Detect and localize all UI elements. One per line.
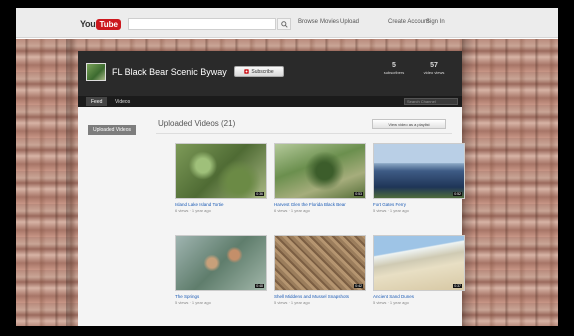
search-button[interactable] <box>277 18 291 30</box>
subscriber-count-value: 5 <box>392 62 396 69</box>
video-duration: 0:53 <box>354 192 363 196</box>
tab-videos[interactable]: Videos <box>110 97 135 106</box>
subscribe-button[interactable]: Subscribe <box>234 66 284 77</box>
channel-header: FL Black Bear Scenic Byway Subscribe 5 s… <box>78 51 462 96</box>
video-item[interactable]: 0:48 The Springs 5 views · 1 year ago <box>175 235 267 305</box>
video-title[interactable]: The Springs <box>175 294 267 299</box>
video-item[interactable]: 0:52 Fort Gates Ferry 5 views · 1 year a… <box>373 143 465 213</box>
subscribe-icon <box>244 69 250 74</box>
video-item[interactable]: 0:42 Shell Middens and Mussel Snapshots … <box>274 235 366 305</box>
tab-feed[interactable]: Feed <box>86 97 108 106</box>
search-icon <box>280 20 288 28</box>
subscriber-count: 5 subscribers <box>379 62 409 75</box>
video-meta: 5 views · 1 year ago <box>274 300 310 305</box>
view-count-label: video views <box>423 70 445 75</box>
channel-content: Uploaded Videos Uploaded Videos (21) Vie… <box>78 107 465 326</box>
video-duration: 0:48 <box>255 284 264 288</box>
video-meta: 6 views · 1 year ago <box>175 208 211 213</box>
sign-in-link[interactable]: Sign In <box>426 19 445 25</box>
movies-link[interactable]: Movies <box>320 19 339 25</box>
video-meta: 6 views · 1 year ago <box>274 208 310 213</box>
browse-link[interactable]: Browse <box>298 19 318 25</box>
browser-screen: You Tube Browse Movies Upload Create Acc… <box>16 8 558 326</box>
view-count-value: 57 <box>430 62 438 69</box>
video-duration: 0:36 <box>255 192 264 196</box>
video-thumbnail[interactable]: 0:37 <box>373 235 465 291</box>
subscribe-label: Subscribe <box>251 68 274 75</box>
video-title[interactable]: Shell Middens and Mussel Snapshots <box>274 294 366 299</box>
video-duration: 0:52 <box>453 192 462 196</box>
youtube-logo[interactable]: You Tube <box>80 17 121 31</box>
video-thumbnail[interactable]: 0:48 <box>175 235 267 291</box>
sidebar-uploaded-videos-button[interactable]: Uploaded Videos <box>88 125 136 135</box>
video-duration: 0:37 <box>453 284 462 288</box>
video-title[interactable]: Island Lake Island Tortie <box>175 202 267 207</box>
youtube-top-bar: You Tube Browse Movies Upload Create Acc… <box>16 8 558 38</box>
video-thumbnail[interactable]: 0:52 <box>373 143 465 199</box>
section-title: Uploaded Videos (21) <box>158 119 236 128</box>
video-item[interactable]: 0:53 Harvest Glen the Florida Black Bear… <box>274 143 366 213</box>
video-duration: 0:42 <box>354 284 363 288</box>
subscriber-count-label: subscribers <box>383 70 405 75</box>
video-item[interactable]: 0:36 Island Lake Island Tortie 6 views ·… <box>175 143 267 213</box>
screenshot-frame: You Tube Browse Movies Upload Create Acc… <box>0 0 574 336</box>
channel-nav-bar: Feed Videos Search Channel <box>78 96 462 107</box>
create-account-link[interactable]: Create Account <box>388 19 429 25</box>
video-meta: 5 views · 1 year ago <box>373 300 409 305</box>
logo-tube-text: Tube <box>96 18 121 30</box>
upload-link[interactable]: Upload <box>340 19 359 25</box>
view-all-button[interactable]: View video as a playlist <box>372 119 446 129</box>
section-divider <box>156 133 452 134</box>
video-thumbnail[interactable]: 0:36 <box>175 143 267 199</box>
video-thumbnail[interactable]: 0:42 <box>274 235 366 291</box>
video-item[interactable]: 0:37 Ancient Sand Dunes 5 views · 1 year… <box>373 235 465 305</box>
channel-search-input[interactable]: Search Channel <box>404 98 458 105</box>
view-count: 57 video views <box>419 62 449 75</box>
search-input[interactable] <box>128 18 276 30</box>
channel-avatar[interactable] <box>86 63 106 81</box>
video-title[interactable]: Ancient Sand Dunes <box>373 294 465 299</box>
logo-you-text: You <box>80 19 96 29</box>
video-title[interactable]: Fort Gates Ferry <box>373 202 465 207</box>
channel-title: FL Black Bear Scenic Byway <box>112 67 227 77</box>
video-meta: 5 views · 1 year ago <box>175 300 211 305</box>
video-meta: 5 views · 1 year ago <box>373 208 409 213</box>
bark-shadow-left <box>66 39 78 326</box>
video-title[interactable]: Harvest Glen the Florida Black Bear <box>274 202 366 207</box>
video-thumbnail[interactable]: 0:53 <box>274 143 366 199</box>
